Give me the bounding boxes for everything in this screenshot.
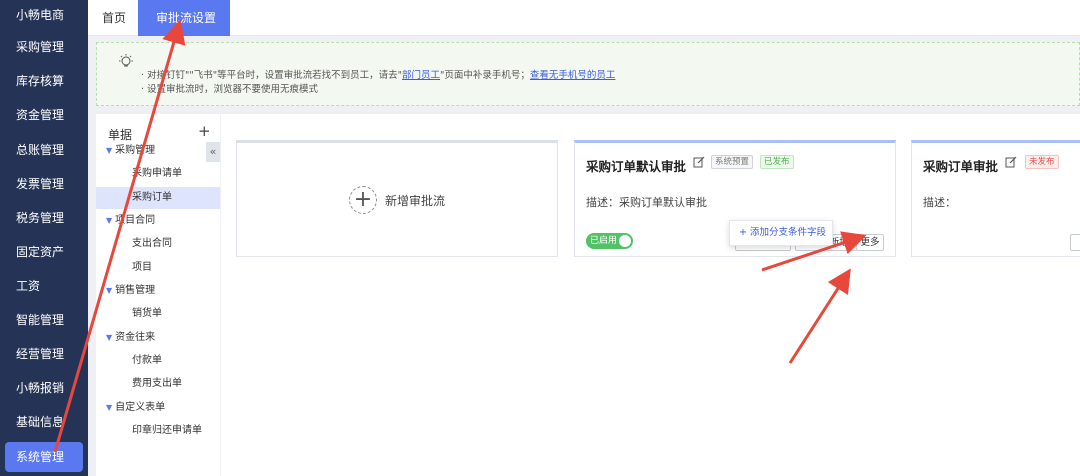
tab-bar: 首页 审批流设置× [88, 0, 1080, 61]
edit-icon[interactable] [1005, 156, 1017, 168]
edit-button[interactable] [1070, 234, 1080, 251]
nav-item-purchase[interactable]: 采购管理 [0, 32, 88, 62]
caret-down-icon: ▼ [106, 286, 113, 295]
add-approval-flow-card[interactable]: + 新增审批流 [236, 140, 558, 257]
tree-leaf[interactable]: 项目 [96, 257, 220, 279]
notice-line-1: · 对接钉钉""飞书"等平台时，设置审批流若找不到员工，请去"部门员工"页面中补… [141, 67, 615, 81]
tab-label: 审批流设置 [156, 11, 217, 25]
system-preset-badge: 系统预置 [711, 155, 754, 169]
edit-icon[interactable] [693, 156, 705, 168]
tree-group[interactable]: ▼ 项目合同 [96, 210, 220, 232]
tab-approval-flow-settings[interactable]: 审批流设置× [138, 0, 230, 61]
caret-down-icon: ▼ [106, 216, 113, 225]
nav-item-ledger[interactable]: 总账管理 [0, 135, 88, 165]
nav-item-funds[interactable]: 资金管理 [0, 100, 88, 130]
flow-title: 采购订单审批 [923, 159, 999, 174]
more-button[interactable]: 更多 [856, 234, 884, 251]
enabled-toggle[interactable]: 已启用 [586, 233, 633, 249]
nav-item-ecommerce[interactable]: 小畅电商 [0, 0, 88, 30]
approval-flow-card: 采购订单审批 未发布 描述： [911, 140, 1080, 257]
main-area: · 对接钉钉""飞书"等平台时，设置审批流若找不到员工，请去"部门员工"页面中补… [88, 36, 1080, 476]
nav-item-tax[interactable]: 税务管理 [0, 203, 88, 233]
left-nav: 小畅电商 采购管理 库存核算 资金管理 总账管理 发票管理 税务管理 固定资产 … [0, 0, 88, 476]
tree-group-label: 采购管理 [115, 145, 156, 156]
tree-leaf-selected[interactable]: 采购订单 [96, 187, 220, 209]
add-approval-flow-label: 新增审批流 [385, 194, 446, 208]
tree-leaf[interactable]: 印章归还申请单 [96, 420, 220, 442]
tree-leaf[interactable]: 销货单 [96, 303, 220, 325]
more-dropdown-add-branch-condition[interactable]: + 添加分支条件字段 [729, 220, 833, 246]
toggle-knob [619, 235, 631, 247]
tree-group[interactable]: ▼ 销售管理 [96, 280, 220, 302]
tree-leaf[interactable]: 支出合同 [96, 233, 220, 255]
caret-down-icon: ▼ [106, 333, 113, 342]
published-badge: 已发布 [760, 155, 794, 169]
document-tree: 单据 + « ▼ 采购管理 采购申请单 采购订单 ▼ 项目合同 支出合同 项目 ▼ 销… [96, 114, 220, 476]
lightbulb-icon [119, 54, 133, 67]
nav-item-system[interactable]: 系统管理 [5, 442, 83, 472]
approval-flow-panel: + 新增审批流 采购订单默认审批 系统预置 已发布 描述：采购订单默认审批 已启… [221, 114, 1080, 476]
nav-item-reimburse[interactable]: 小畅报销 [0, 373, 88, 403]
nav-item-fixed-assets[interactable]: 固定资产 [0, 237, 88, 267]
link-department-staff[interactable]: 部门员工 [402, 70, 440, 81]
toggle-label: 已启用 [590, 236, 618, 246]
tree-leaf[interactable]: 费用支出单 [96, 373, 220, 395]
flow-title: 采购订单默认审批 [586, 159, 687, 174]
tree-group-label: 资金往来 [115, 332, 156, 343]
caret-down-icon: ▼ [106, 146, 113, 155]
tree-group-label: 项目合同 [115, 215, 156, 226]
notice-banner: · 对接钉钉""飞书"等平台时，设置审批流若找不到员工，请去"部门员工"页面中补… [96, 42, 1080, 106]
notice-text-b: "页面中补录手机号； [440, 70, 530, 81]
unpublished-badge: 未发布 [1025, 155, 1059, 169]
nav-item-basic-info[interactable]: 基础信息 [0, 407, 88, 437]
nav-item-inventory[interactable]: 库存核算 [0, 66, 88, 96]
notice-line-2: · 设置审批流时，浏览器不要使用无痕模式 [141, 84, 319, 95]
nav-item-smart[interactable]: 智能管理 [0, 305, 88, 335]
add-icon[interactable]: + [198, 122, 211, 140]
nav-item-operations[interactable]: 经营管理 [0, 339, 88, 369]
tree-leaf[interactable]: 付款单 [96, 350, 220, 372]
tree-group[interactable]: ▼ 采购管理 [96, 140, 220, 162]
notice-text-a: · 对接钉钉""飞书"等平台时，设置审批流若找不到员工，请去" [141, 70, 403, 81]
tree-group[interactable]: ▼ 自定义表单 [96, 397, 220, 419]
link-staff-without-phone[interactable]: 查看无手机号的员工 [530, 70, 616, 81]
flow-description: 描述：采购订单默认审批 [586, 196, 707, 209]
tree-leaf[interactable]: 采购申请单 [96, 163, 220, 185]
tab-home[interactable]: 首页 [102, 0, 126, 36]
flow-description: 描述： [923, 196, 956, 209]
plus-icon: + [349, 186, 377, 214]
caret-down-icon: ▼ [106, 403, 113, 412]
nav-item-payroll[interactable]: 工资 [0, 271, 88, 301]
tree-group-label: 销售管理 [115, 285, 156, 296]
tree-group[interactable]: ▼ 资金往来 [96, 327, 220, 349]
tree-group-label: 自定义表单 [115, 402, 166, 413]
nav-item-invoice[interactable]: 发票管理 [0, 169, 88, 199]
